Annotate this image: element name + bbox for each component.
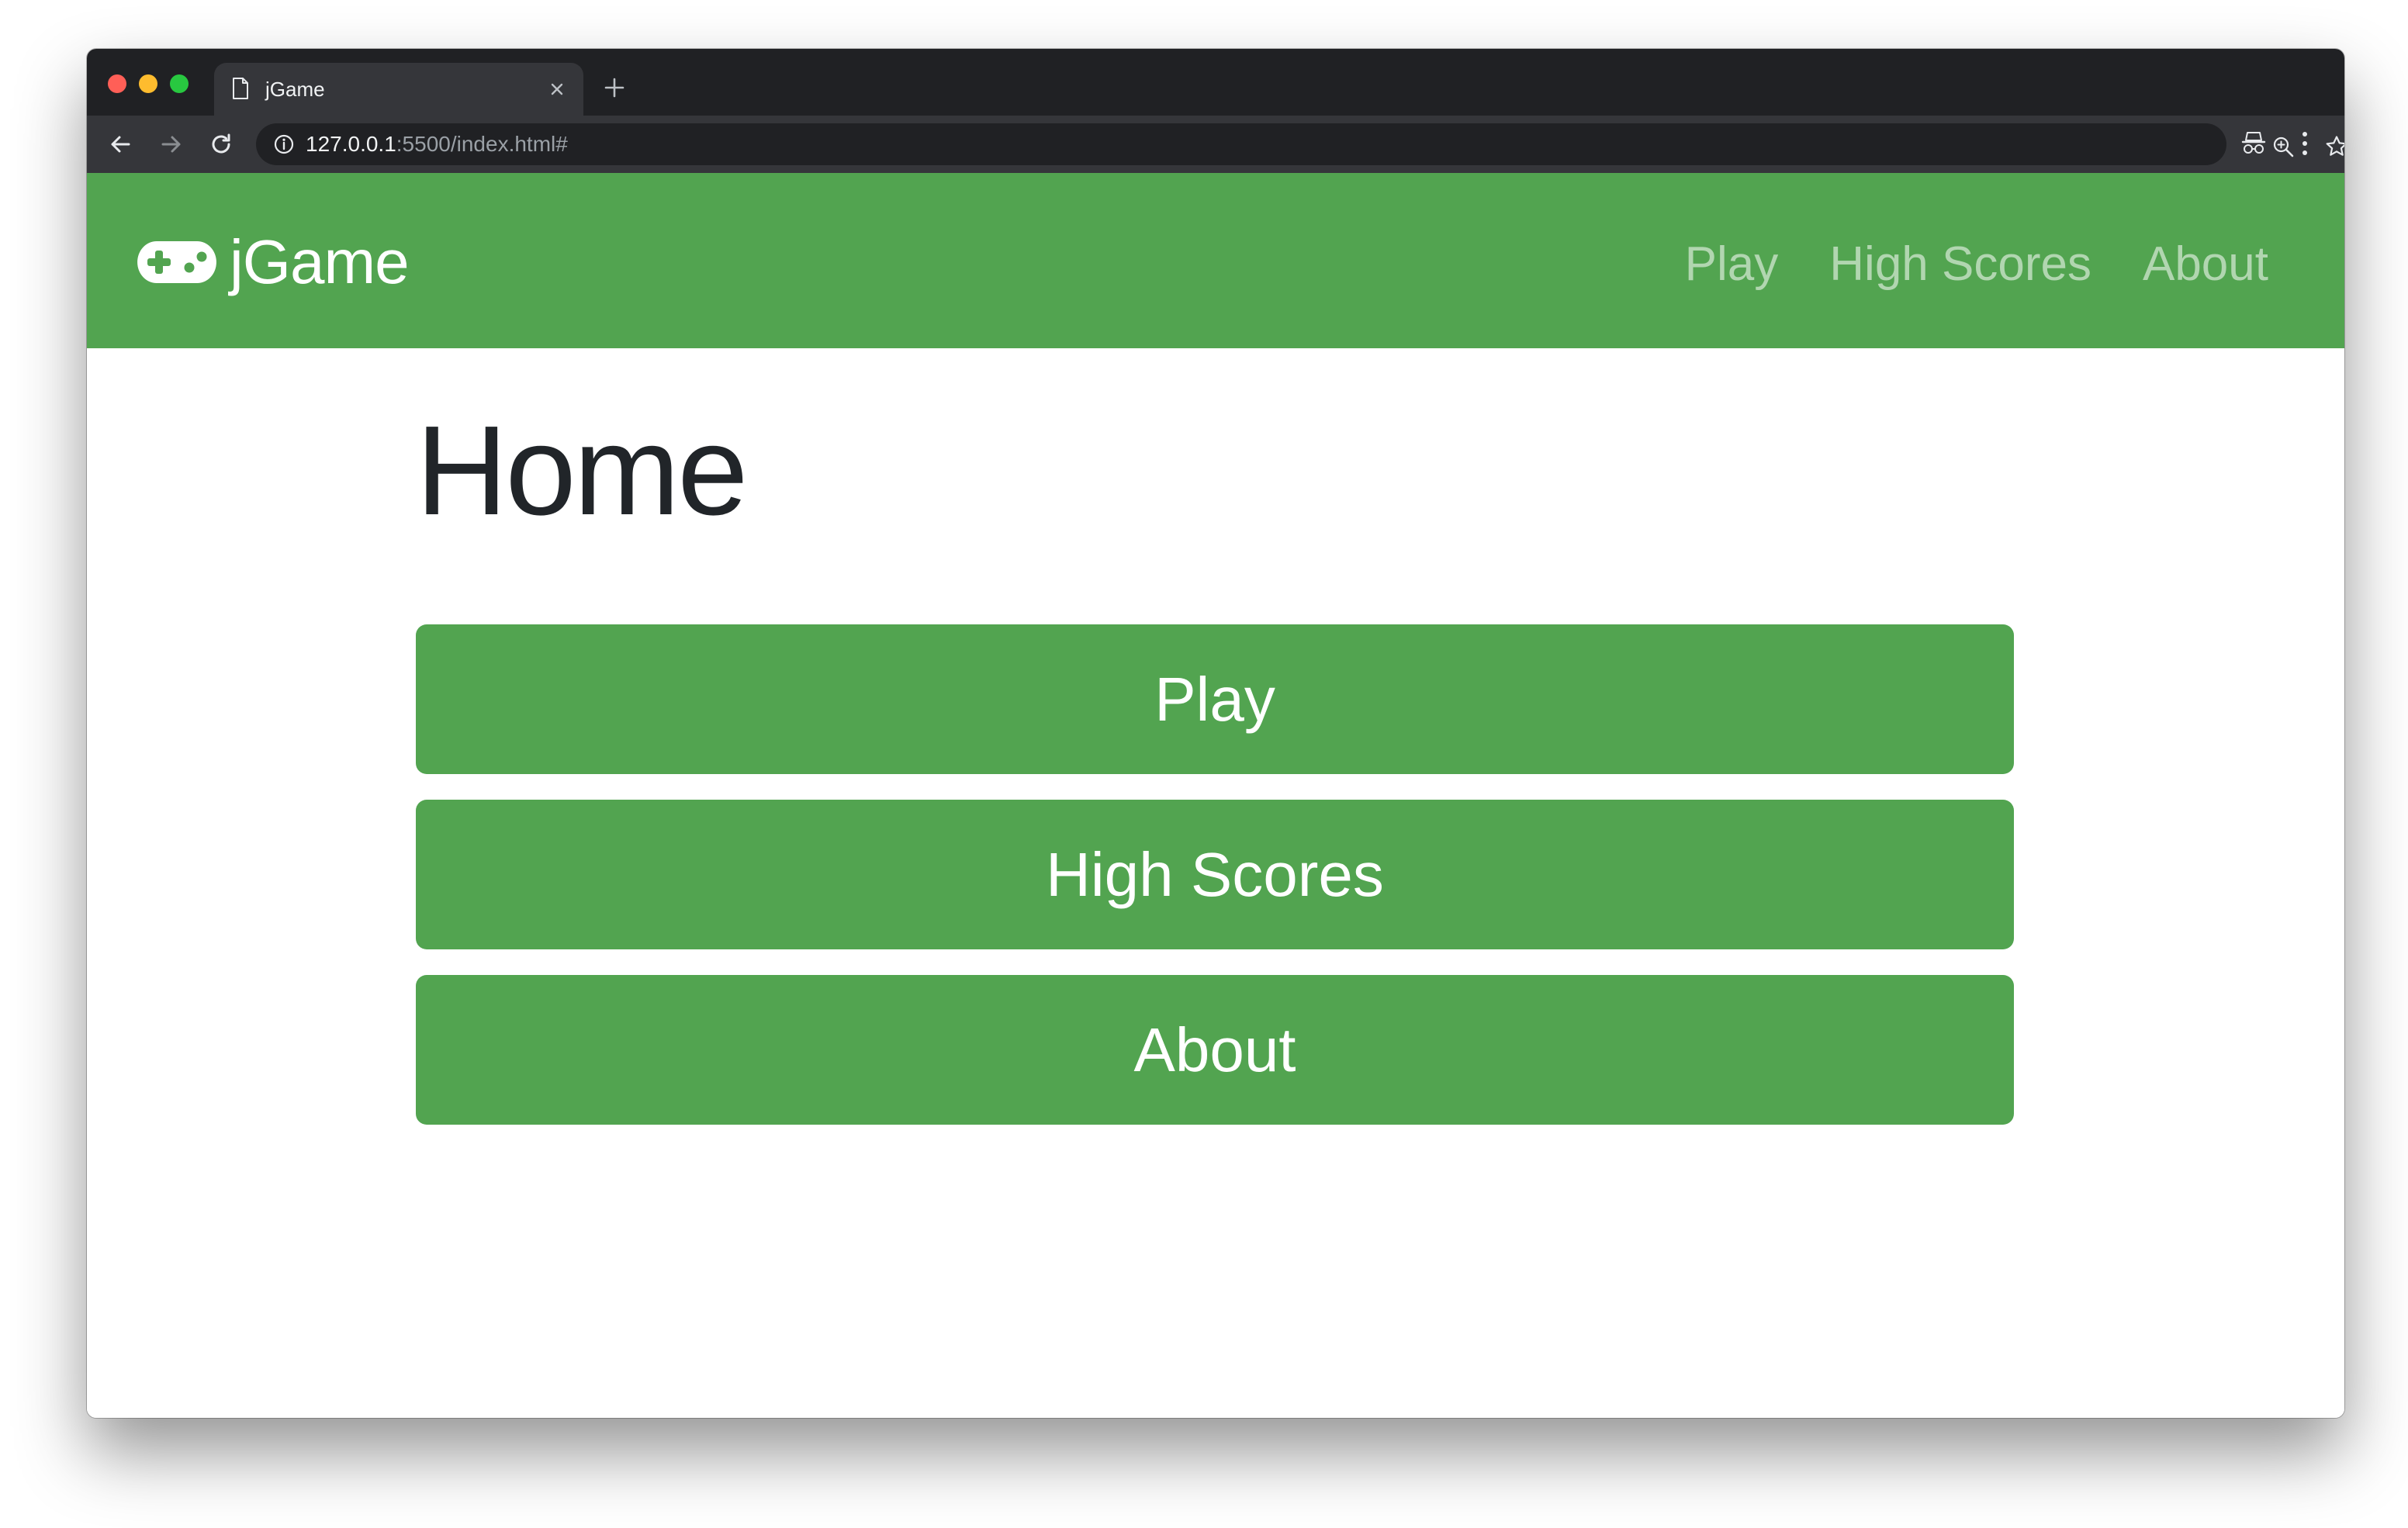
tab-strip: jGame xyxy=(87,49,2344,116)
url-text[interactable]: 127.0.0.1:5500/index.html# xyxy=(306,131,568,157)
close-tab-icon[interactable] xyxy=(546,78,568,100)
bookmark-star-icon[interactable] xyxy=(2324,134,2344,159)
navbar: jGame Play High Scores About xyxy=(87,173,2344,348)
close-window-button[interactable] xyxy=(108,74,126,93)
reload-icon[interactable] xyxy=(206,130,236,159)
page-title: Home xyxy=(416,399,748,541)
browser-tab[interactable]: jGame xyxy=(214,63,583,116)
url-host: 127.0.0.1 xyxy=(306,132,396,156)
info-icon[interactable] xyxy=(273,133,295,155)
play-button[interactable]: Play xyxy=(416,624,2014,774)
high-scores-button[interactable]: High Scores xyxy=(416,800,2014,949)
nav-link-about[interactable]: About xyxy=(2143,226,2268,303)
tab-title: jGame xyxy=(265,78,325,101)
address-bar[interactable]: 127.0.0.1:5500/index.html# xyxy=(256,123,2344,165)
document-icon xyxy=(233,78,248,99)
browser-window: jGame 127.0.0.1:5500/index.html# jGame P… xyxy=(87,49,2344,1418)
back-icon[interactable] xyxy=(106,130,135,159)
minimize-window-button[interactable] xyxy=(139,74,157,93)
zoom-icon[interactable] xyxy=(2271,135,2295,158)
nav-links: Play High Scores About xyxy=(1685,226,2268,303)
new-tab-icon[interactable] xyxy=(602,75,627,100)
about-button[interactable]: About xyxy=(416,975,2014,1125)
incognito-icon[interactable] xyxy=(2240,130,2267,156)
more-menu-icon[interactable] xyxy=(2299,128,2310,159)
gamepad-icon xyxy=(137,241,216,283)
zoom-window-button[interactable] xyxy=(170,74,189,93)
page-viewport: jGame Play High Scores About Home Play H… xyxy=(87,173,2344,1418)
brand-name: jGame xyxy=(230,227,410,296)
navbar-brand[interactable]: jGame xyxy=(137,220,410,305)
url-path: :5500/index.html# xyxy=(396,132,568,156)
screen: jGame 127.0.0.1:5500/index.html# jGame P… xyxy=(0,0,2408,1528)
browser-toolbar: 127.0.0.1:5500/index.html# xyxy=(87,116,2344,173)
forward-icon[interactable] xyxy=(157,130,186,159)
nav-link-play[interactable]: Play xyxy=(1685,226,1779,303)
nav-link-high-scores[interactable]: High Scores xyxy=(1829,226,2091,303)
